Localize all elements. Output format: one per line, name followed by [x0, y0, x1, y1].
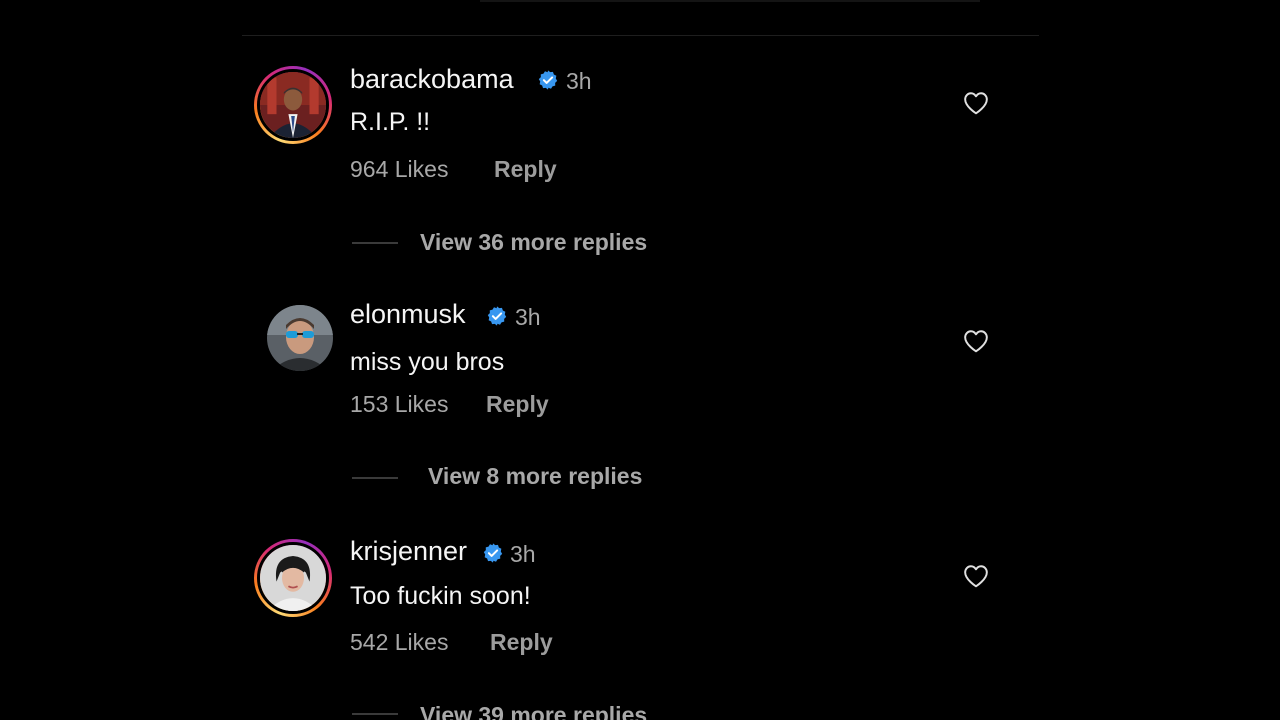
comment-username[interactable]: krisjenner — [350, 536, 467, 567]
view-more-replies[interactable]: View 39 more replies — [420, 702, 647, 720]
reply-button[interactable]: Reply — [486, 391, 549, 418]
heart-outline-icon[interactable] — [963, 91, 989, 115]
reply-button[interactable]: Reply — [490, 629, 553, 656]
comment-time: 3h — [566, 68, 592, 94]
comment-text: Too fuckin soon! — [350, 582, 531, 610]
verified-badge-icon — [487, 306, 507, 326]
view-more-replies[interactable]: View 36 more replies — [420, 229, 647, 256]
comment-time: 3h — [510, 541, 536, 567]
comment-time: 3h — [515, 304, 541, 330]
avatar[interactable] — [254, 539, 332, 617]
verified-badge-icon — [483, 543, 503, 563]
comment-likes[interactable]: 153 Likes — [350, 391, 448, 418]
comment-text: miss you bros — [350, 348, 505, 376]
comment-username[interactable]: barackobama — [350, 64, 514, 95]
avatar-photo — [260, 545, 326, 611]
avatar[interactable] — [267, 305, 333, 371]
verified-badge-icon — [538, 70, 558, 90]
comment-text: R.I.P. !! — [350, 108, 431, 136]
heart-outline-icon[interactable] — [963, 329, 989, 353]
avatar-photo — [267, 305, 333, 371]
view-more-replies[interactable]: View 8 more replies — [428, 463, 642, 490]
comment-likes[interactable]: 542 Likes — [350, 629, 448, 656]
comments-divider — [242, 35, 1039, 36]
avatar[interactable] — [254, 66, 332, 144]
view-replies-line — [352, 477, 398, 479]
view-replies-line — [352, 242, 398, 244]
view-replies-line — [352, 713, 398, 715]
top-fade — [480, 0, 980, 2]
comment-likes[interactable]: 964 Likes — [350, 156, 448, 183]
comments-screen: barackobama 3h R.I.P. !! 964 Likes Reply… — [0, 0, 1280, 720]
heart-outline-icon[interactable] — [963, 564, 989, 588]
reply-button[interactable]: Reply — [494, 156, 557, 183]
avatar-photo — [260, 72, 326, 138]
comment-username[interactable]: elonmusk — [350, 299, 466, 330]
